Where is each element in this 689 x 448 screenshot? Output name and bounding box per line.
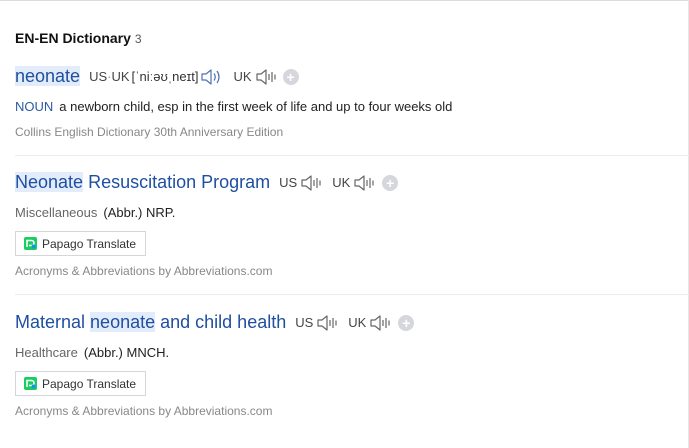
uk-label: UK (111, 69, 130, 84)
headword-link[interactable]: Maternal neonate and child health (15, 312, 286, 333)
headword-pre: Maternal (15, 312, 91, 332)
entry-maternal-neonate-and-child-health: Maternal neonate and child health US UK … (15, 312, 689, 418)
pronunciation-uk: UK (332, 173, 377, 193)
result-count: 3 (134, 32, 142, 46)
speaker-icon[interactable] (255, 67, 279, 87)
pronunciation-us: US (295, 313, 340, 333)
pronunciation-us: US (279, 173, 324, 193)
headword-rest: and child health (155, 312, 287, 332)
headword-highlight: Neonate (15, 172, 84, 192)
definition-row: Miscellaneous (Abbr.) NRP. (15, 205, 175, 220)
headword-link[interactable]: neonate (15, 66, 81, 87)
source-text: Collins English Dictionary 30th Annivers… (15, 125, 284, 139)
definition-row: Healthcare (Abbr.) MNCH. (15, 345, 169, 360)
phonetic-text: [ˈniːəʊˌneɪt] (131, 69, 199, 84)
us-label: US (279, 175, 298, 190)
add-to-wordbook-plus-icon[interactable]: + (382, 174, 399, 191)
definition-text: a newborn child, esp in the first week o… (59, 99, 453, 114)
entry-neonate: neonate US · UK [ˈniːəʊˌneɪt] UK + NOUN a n… (15, 66, 689, 139)
speaker-icon[interactable] (300, 173, 324, 193)
add-to-wordbook-plus-icon[interactable]: + (282, 68, 299, 85)
category-label: Healthcare (15, 345, 78, 360)
abbreviation-text: (Abbr.) NRP. (103, 205, 176, 220)
source-text: Acronyms & Abbreviations by Abbreviation… (15, 404, 273, 418)
top-border (0, 0, 689, 1)
add-to-wordbook-plus-icon[interactable]: + (398, 314, 415, 331)
papago-logo-icon (24, 237, 37, 250)
definition-row: NOUN a newborn child, esp in the first we… (15, 99, 452, 114)
entry-neonate-resuscitation-program: Neonate Resuscitation Program US UK + Mi… (15, 172, 689, 278)
part-of-speech: NOUN (15, 99, 54, 114)
section-title-text: EN-EN Dictionary (15, 30, 131, 46)
pronunciation-uk: UK (233, 67, 278, 87)
headword-highlight: neonate (90, 312, 156, 332)
divider (15, 294, 689, 295)
headword-highlight: neonate (15, 66, 81, 86)
papago-logo-icon (24, 377, 37, 390)
pronunciation-uk: UK (348, 313, 393, 333)
divider (15, 155, 689, 156)
pronunciation: US · UK [ˈniːəʊˌneɪt] (89, 67, 224, 87)
uk-label: UK (233, 69, 252, 84)
abbreviation-text: (Abbr.) MNCH. (83, 345, 170, 360)
papago-translate-button[interactable]: Papago Translate (15, 371, 147, 396)
uk-label: UK (332, 175, 351, 190)
headword-rest: Resuscitation Program (83, 172, 271, 192)
entry-header: neonate US · UK [ˈniːəʊˌneɪt] UK + (15, 66, 689, 87)
entry-header: Maternal neonate and child health US UK … (15, 312, 689, 333)
speaker-icon[interactable] (200, 67, 224, 87)
uk-label: UK (348, 315, 367, 330)
speaker-icon[interactable] (369, 313, 393, 333)
speaker-icon[interactable] (353, 173, 377, 193)
entry-header: Neonate Resuscitation Program US UK + (15, 172, 689, 193)
category-label: Miscellaneous (15, 205, 98, 220)
headword-link[interactable]: Neonate Resuscitation Program (15, 172, 270, 193)
us-label: US (295, 315, 314, 330)
section-title: EN-EN Dictionary 3 (15, 30, 142, 46)
papago-button-label: Papago Translate (42, 376, 137, 391)
us-label: US (89, 69, 108, 84)
source-text: Acronyms & Abbreviations by Abbreviation… (15, 264, 273, 278)
papago-button-label: Papago Translate (42, 236, 137, 251)
papago-translate-button[interactable]: Papago Translate (15, 231, 147, 256)
speaker-icon[interactable] (316, 313, 340, 333)
